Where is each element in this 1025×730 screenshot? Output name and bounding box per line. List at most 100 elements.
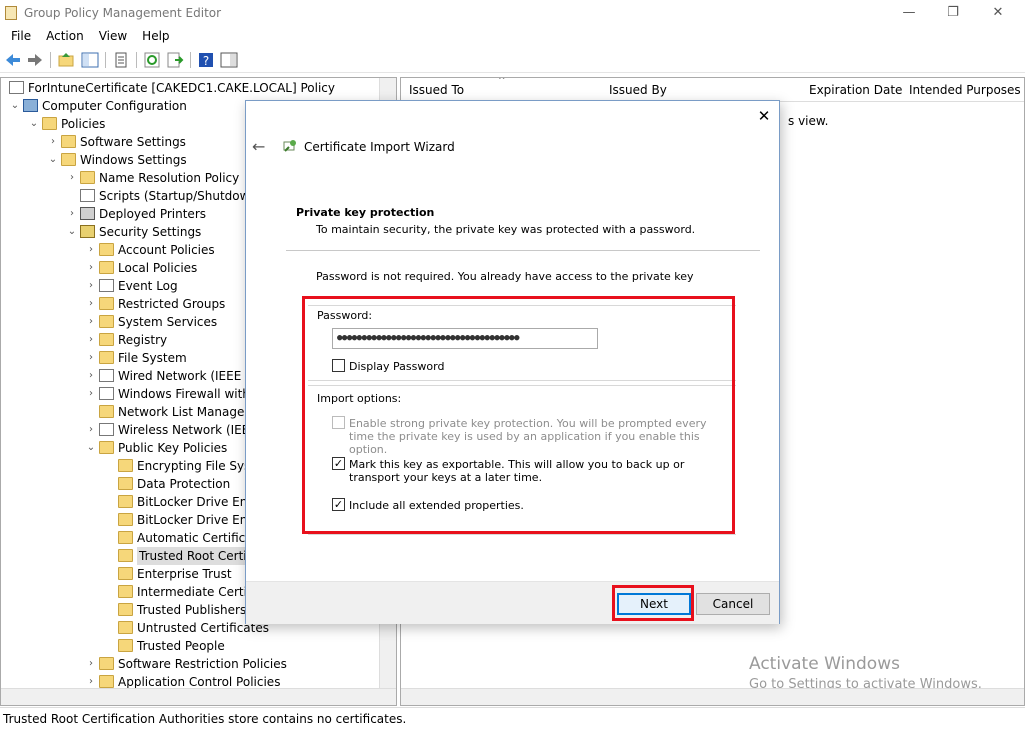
folder-icon — [99, 243, 114, 256]
tree-horizontal-scrollbar[interactable] — [1, 688, 396, 705]
tree-item-label: Enterprise Trust — [137, 567, 232, 581]
tree-item-label: Policies — [61, 117, 106, 131]
folder-icon — [118, 585, 133, 598]
help-icon[interactable]: ? — [197, 51, 215, 69]
close-button[interactable]: ✕ — [988, 4, 1008, 22]
expand-chevron-icon[interactable]: › — [85, 295, 97, 313]
menu-file[interactable]: File — [11, 27, 31, 45]
svg-text:?: ? — [203, 54, 209, 68]
expand-chevron-icon[interactable]: › — [85, 259, 97, 277]
tree-item-label: File System — [118, 351, 187, 365]
title-bar: Group Policy Management Editor — ❐ ✕ — [0, 0, 1025, 27]
sort-arrow-icon: ^ — [498, 77, 506, 86]
expand-chevron-icon[interactable]: › — [85, 367, 97, 385]
folder-icon — [118, 567, 133, 580]
col-issued-by[interactable]: Issued By — [609, 83, 667, 97]
status-bar: Trusted Root Certification Authorities s… — [0, 707, 1025, 730]
divider — [286, 250, 760, 251]
show-hide-tree-icon[interactable] — [81, 51, 99, 69]
tree-item-label: Registry — [118, 333, 168, 347]
folder-icon — [61, 135, 76, 148]
dialog-close-button[interactable]: ✕ — [756, 108, 772, 124]
cancel-button[interactable]: Cancel — [696, 593, 770, 615]
expand-chevron-icon[interactable]: › — [85, 277, 97, 295]
tree-item-label: Software Restriction Policies — [118, 657, 287, 671]
status-text: Trusted Root Certification Authorities s… — [3, 712, 407, 726]
action-pane-icon[interactable] — [220, 51, 238, 69]
col-issued-to[interactable]: Issued To — [409, 83, 464, 97]
minimize-button[interactable]: — — [899, 4, 919, 22]
certificate-import-wizard: ✕ ← Certificate Import Wizard Private ke… — [245, 100, 780, 624]
menu-view[interactable]: View — [99, 27, 127, 45]
tree-item-label: Network List Manager P — [118, 405, 261, 419]
expand-chevron-icon[interactable]: › — [85, 313, 97, 331]
expand-chevron-icon[interactable]: › — [66, 169, 78, 187]
menu-action[interactable]: Action — [46, 27, 84, 45]
tree-item-label: Scripts (Startup/Shutdown) — [99, 189, 262, 203]
col-intended-purposes[interactable]: Intended Purposes — [909, 83, 1021, 97]
tree-item-label: System Services — [118, 315, 218, 329]
tree-item-label: ForIntuneCertificate [CAKEDC1.CAKE.LOCAL… — [28, 81, 335, 95]
dialog-back-button[interactable]: ← — [252, 137, 265, 156]
annotation-highlight-options — [302, 296, 735, 534]
folder-icon — [118, 531, 133, 544]
export-list-icon[interactable] — [166, 51, 184, 69]
folder-icon — [118, 495, 133, 508]
expand-chevron-icon[interactable]: › — [85, 385, 97, 403]
properties-icon[interactable] — [112, 51, 130, 69]
tree-item-label: Name Resolution Policy — [99, 171, 240, 185]
folder-icon — [61, 153, 76, 166]
activation-watermark: Activate Windows Go to Settings to activ… — [749, 654, 982, 692]
folder-icon — [99, 297, 114, 310]
menu-help[interactable]: Help — [142, 27, 169, 45]
folder-icon — [118, 459, 133, 472]
expand-chevron-icon[interactable]: › — [85, 655, 97, 673]
folder-icon — [118, 639, 133, 652]
collapse-chevron-icon[interactable]: ⌄ — [85, 439, 97, 457]
up-folder-icon[interactable] — [57, 51, 75, 69]
password-note: Password is not required. You already ha… — [316, 270, 694, 283]
maximize-button[interactable]: ❐ — [943, 4, 963, 22]
folder-icon — [118, 477, 133, 490]
collapse-chevron-icon[interactable]: ⌄ — [66, 223, 78, 241]
folder-icon — [99, 261, 114, 274]
folder-icon — [118, 603, 133, 616]
expand-chevron-icon[interactable]: › — [85, 421, 97, 439]
back-icon[interactable] — [4, 51, 22, 69]
folder-icon — [80, 171, 95, 184]
collapse-chevron-icon[interactable]: ⌄ — [28, 115, 40, 133]
tree-item-label: Intermediate Certific — [137, 585, 262, 599]
expand-chevron-icon[interactable]: › — [47, 133, 59, 151]
folder-icon — [42, 117, 57, 130]
expand-chevron-icon[interactable]: › — [85, 331, 97, 349]
folder-icon — [118, 621, 133, 634]
folder-icon — [99, 333, 114, 346]
folder-icon — [99, 657, 114, 670]
tree-item-label: Account Policies — [118, 243, 215, 257]
col-expiration-date[interactable]: Expiration Date — [809, 83, 902, 97]
tree-item-label: Data Protection — [137, 477, 231, 491]
details-horizontal-scrollbar[interactable] — [401, 688, 1024, 705]
section-title: Private key protection — [296, 206, 435, 219]
collapse-chevron-icon[interactable]: ⌄ — [9, 97, 21, 115]
printer-icon — [80, 207, 95, 220]
doc-icon — [80, 189, 95, 202]
collapse-chevron-icon[interactable]: ⌄ — [47, 151, 59, 169]
expand-chevron-icon[interactable]: › — [66, 205, 78, 223]
forward-icon[interactable] — [26, 51, 44, 69]
tree-item-label: Windows Firewall with A — [118, 387, 262, 401]
empty-list-message: s view. — [788, 114, 829, 128]
tree-item-label: Computer Configuration — [42, 99, 187, 113]
doc-icon — [9, 81, 24, 94]
expand-chevron-icon[interactable]: › — [85, 241, 97, 259]
tree-item-label: Trusted People — [137, 639, 225, 653]
tree-item-label: Restricted Groups — [118, 297, 226, 311]
doc-icon — [99, 423, 114, 436]
folder-icon — [99, 441, 114, 454]
tree-item-label: Windows Settings — [80, 153, 187, 167]
expand-chevron-icon[interactable]: › — [85, 349, 97, 367]
refresh-icon[interactable] — [143, 51, 161, 69]
folder-icon — [99, 315, 114, 328]
window-title: Group Policy Management Editor — [24, 6, 222, 20]
tree-item-label: Public Key Policies — [118, 441, 228, 455]
